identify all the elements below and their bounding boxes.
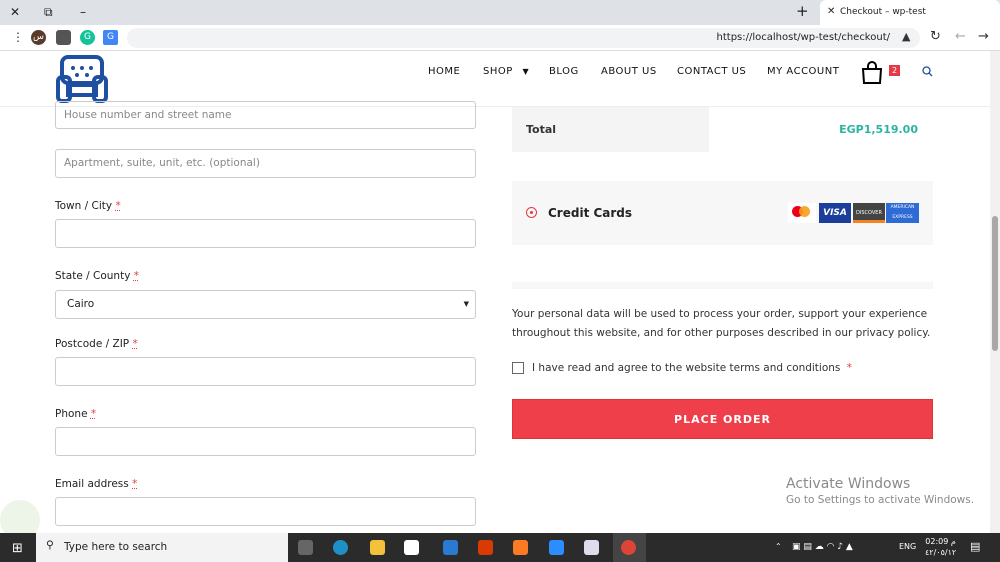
close-window-button[interactable]: ✕ bbox=[10, 5, 20, 19]
puzzle-icon[interactable] bbox=[56, 30, 71, 45]
chrome-icon[interactable] bbox=[621, 540, 636, 555]
phone-input[interactable] bbox=[55, 427, 476, 456]
nav-shop-label: SHOP bbox=[483, 66, 513, 77]
tray-icons[interactable]: ▣ ▤ ☁ ◠ ♪ ▲ bbox=[792, 542, 853, 552]
reload-icon[interactable]: ↻ bbox=[930, 29, 941, 44]
order-total-row: Total EGP1,519.00 bbox=[512, 107, 933, 152]
nav-my-account[interactable]: MY ACCOUNT bbox=[767, 66, 839, 77]
nav-home[interactable]: HOME bbox=[428, 66, 460, 77]
email-input[interactable] bbox=[55, 497, 476, 526]
scrollbar-thumb[interactable] bbox=[992, 216, 998, 351]
total-label: Total bbox=[526, 123, 557, 136]
terms-link[interactable]: terms and conditions bbox=[730, 362, 841, 374]
payment-method-panel: Credit Cards VISA DISCOVER AMERICAN EXPR… bbox=[512, 181, 933, 245]
cart-bag-icon[interactable] bbox=[860, 60, 884, 84]
language-indicator[interactable]: ENG bbox=[899, 542, 916, 551]
nav-contact-us[interactable]: CONTACT US bbox=[677, 66, 746, 77]
task-view-icon[interactable] bbox=[298, 540, 313, 555]
chevron-down-icon: ▼ bbox=[522, 67, 530, 76]
notifications-icon[interactable]: ▤ bbox=[970, 540, 980, 553]
store-icon[interactable] bbox=[404, 540, 419, 555]
extension-icon[interactable]: س bbox=[31, 30, 46, 45]
street-placeholder: House number and street name bbox=[64, 109, 232, 121]
activate-windows-watermark: Activate Windows Go to Settings to activa… bbox=[786, 476, 975, 506]
browser-tab[interactable]: ✕ Checkout – wp-test bbox=[820, 0, 1000, 25]
search-icon[interactable] bbox=[922, 66, 933, 77]
privacy-policy-link[interactable]: privacy policy bbox=[856, 327, 927, 339]
town-label: Town / City * bbox=[55, 200, 121, 212]
taskbar-search-input[interactable]: ⚲ Type here to search bbox=[36, 533, 288, 562]
postcode-input[interactable] bbox=[55, 357, 476, 386]
url-text: https://localhost/wp-test/checkout/ bbox=[716, 32, 890, 43]
nav-blog[interactable]: BLOG bbox=[549, 66, 579, 77]
grammarly-icon[interactable]: G bbox=[80, 30, 95, 45]
payment-method-label: Credit Cards bbox=[548, 206, 633, 220]
amex-icon: AMERICAN EXPRESS bbox=[886, 203, 919, 223]
menu-icon[interactable]: ⋮ bbox=[12, 30, 24, 44]
site-header: HOME SHOP ▼ BLOG ABOUT US CONTACT US MY … bbox=[0, 51, 990, 107]
state-label: State / County * bbox=[55, 270, 139, 282]
apartment-input[interactable]: Apartment, suite, unit, etc. (optional) bbox=[55, 149, 476, 178]
logo-armchair-icon[interactable] bbox=[56, 53, 108, 105]
terms-checkbox[interactable] bbox=[512, 362, 524, 374]
apartment-placeholder: Apartment, suite, unit, etc. (optional) bbox=[64, 157, 260, 169]
total-value: EGP1,519.00 bbox=[839, 123, 918, 136]
warning-icon[interactable]: ▲ bbox=[902, 30, 910, 43]
file-explorer-icon[interactable] bbox=[370, 540, 385, 555]
address-bar-row: ⋮ س G G https://localhost/wp-test/checko… bbox=[0, 25, 1000, 51]
street-address-input[interactable]: House number and street name bbox=[55, 101, 476, 129]
town-input[interactable] bbox=[55, 219, 476, 248]
privacy-notice: Your personal data will be used to proce… bbox=[512, 308, 931, 339]
url-input[interactable]: https://localhost/wp-test/checkout/ bbox=[127, 28, 920, 48]
edge-icon[interactable] bbox=[333, 540, 348, 555]
postcode-label: Postcode / ZIP * bbox=[55, 338, 138, 350]
xampp-icon[interactable] bbox=[513, 540, 528, 555]
mastercard-icon bbox=[788, 203, 816, 223]
clock[interactable]: 02:09 م ٤٢/٠٥/١٢ bbox=[925, 536, 956, 558]
payment-radio[interactable] bbox=[526, 207, 537, 218]
discover-icon: DISCOVER bbox=[853, 203, 885, 223]
page-scrollbar[interactable] bbox=[990, 51, 1000, 533]
windows-taskbar: ⊞ ⚲ Type here to search ⌃ ▣ ▤ ☁ ◠ ♪ ▲ ENG… bbox=[0, 533, 1000, 562]
nav-about-us[interactable]: ABOUT US bbox=[601, 66, 657, 77]
email-label: Email address * bbox=[55, 478, 138, 490]
restore-window-button[interactable]: ⧉ bbox=[44, 5, 53, 20]
app-icon[interactable] bbox=[584, 540, 599, 555]
phone-label: Phone * bbox=[55, 408, 97, 420]
browser-tab-bar: ✕ ⧉ – + ✕ Checkout – wp-test bbox=[0, 0, 1000, 25]
mail-icon[interactable] bbox=[443, 540, 458, 555]
search-placeholder: Type here to search bbox=[64, 541, 168, 553]
terms-row: I have read and agree to the website ter… bbox=[512, 362, 852, 374]
back-icon[interactable]: ← bbox=[955, 29, 966, 44]
state-select[interactable]: Cairo ▼ bbox=[55, 290, 476, 319]
zoom-icon[interactable] bbox=[549, 540, 564, 555]
windows-start-icon[interactable]: ⊞ bbox=[12, 541, 23, 556]
minimize-window-button[interactable]: – bbox=[80, 5, 86, 19]
tab-title: Checkout – wp-test bbox=[840, 7, 926, 17]
close-tab-icon[interactable]: ✕ bbox=[827, 6, 835, 17]
cart-count-badge: 2 bbox=[889, 65, 901, 76]
translate-icon[interactable]: G bbox=[103, 30, 118, 45]
forward-icon[interactable]: → bbox=[978, 29, 989, 44]
nav-shop[interactable]: SHOP ▼ bbox=[483, 66, 529, 77]
tray-chevron-icon[interactable]: ⌃ bbox=[775, 542, 782, 551]
office-icon[interactable] bbox=[478, 540, 493, 555]
place-order-button[interactable]: PLACE ORDER bbox=[512, 399, 933, 439]
new-tab-button[interactable]: + bbox=[796, 2, 809, 20]
visa-icon: VISA bbox=[819, 203, 851, 223]
state-value: Cairo bbox=[67, 298, 95, 310]
dropdown-arrow-icon: ▼ bbox=[463, 300, 469, 308]
search-icon: ⚲ bbox=[46, 539, 54, 551]
